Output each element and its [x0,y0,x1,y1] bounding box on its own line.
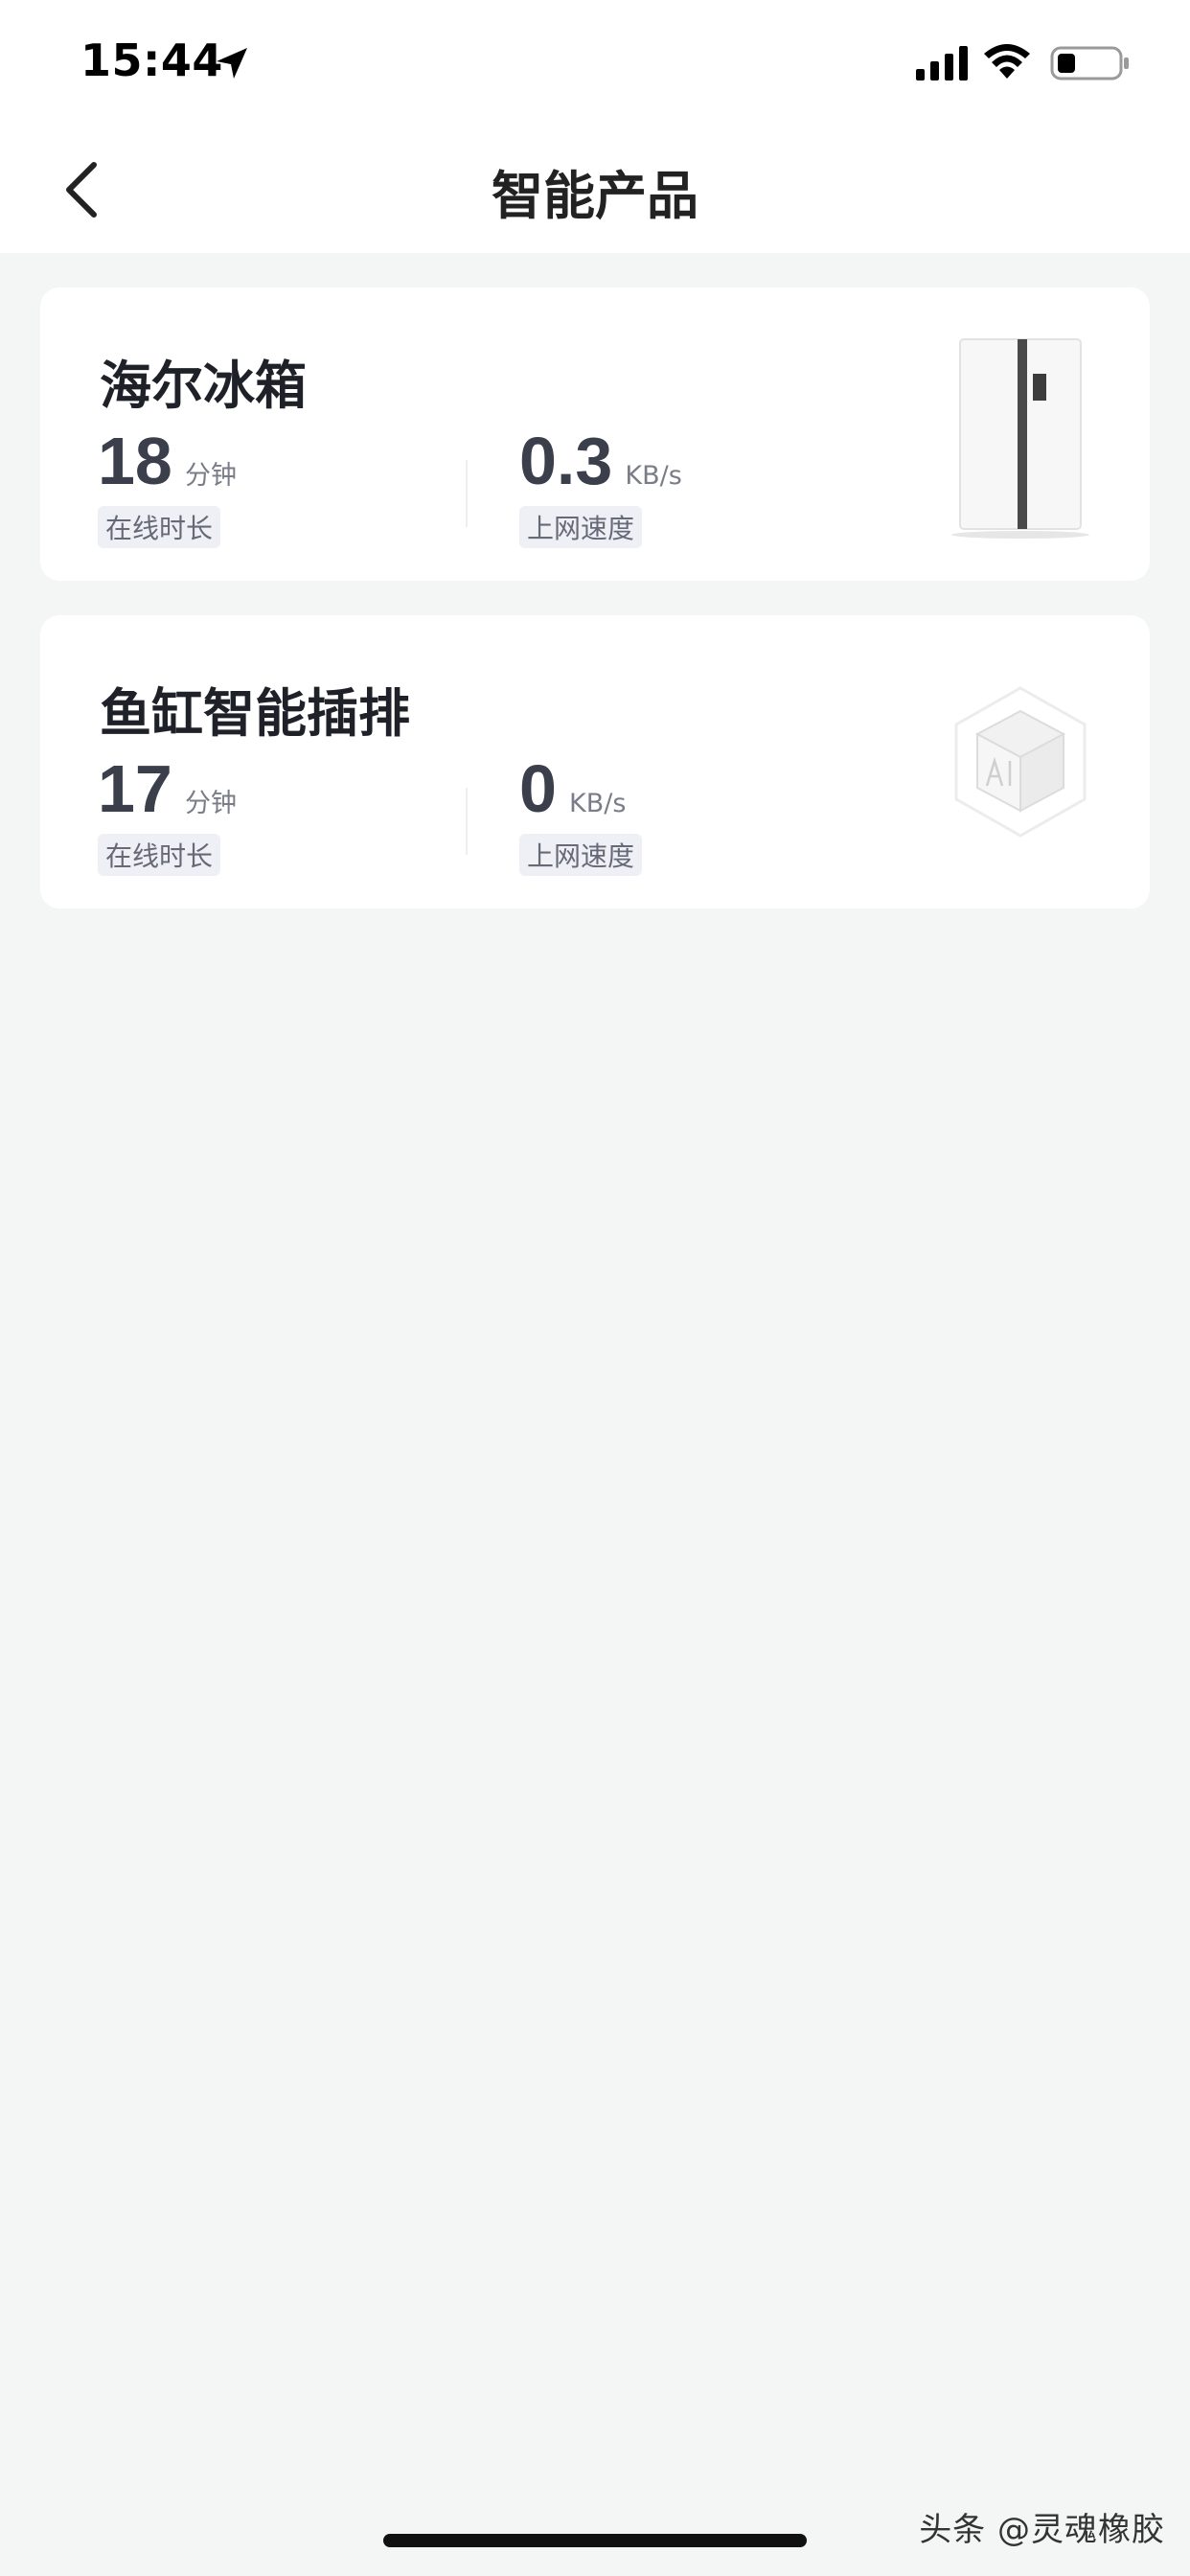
home-indicator[interactable] [383,2534,807,2547]
network-speed-label: 上网速度 [519,834,643,876]
online-duration-stat: 18 分钟 在线时长 [98,427,237,548]
network-speed-label: 上网速度 [519,506,643,548]
online-duration-label: 在线时长 [98,506,221,548]
cellular-signal-icon [916,46,968,80]
network-speed-value: 0 [519,751,557,826]
network-speed-stat: 0 KB/s 上网速度 [519,755,643,876]
location-arrow-icon [217,48,247,79]
network-speed-unit: KB/s [569,789,627,818]
online-duration-label: 在线时长 [98,834,221,876]
battery-icon [1050,46,1129,80]
stat-divider [466,788,468,855]
device-card-refrigerator[interactable]: 海尔冰箱 18 分钟 在线时长 0.3 KB/s 上网速度 [40,288,1150,581]
online-duration-unit: 分钟 [184,461,237,491]
stat-divider [466,460,468,527]
watermark: 头条 @灵魂橡胶 [919,2511,1165,2549]
network-speed-unit: KB/s [625,461,682,491]
refrigerator-icon [951,338,1089,539]
ai-cube-icon [954,686,1087,838]
online-duration-stat: 17 分钟 在线时长 [98,755,237,876]
network-speed-stat: 0.3 KB/s 上网速度 [519,427,682,548]
device-name: 海尔冰箱 [100,356,307,416]
device-name: 鱼缸智能插排 [100,683,410,744]
status-time: 15:44 [80,34,223,86]
page-title: 智能产品 [492,166,698,226]
online-duration-unit: 分钟 [184,789,237,818]
wifi-icon [984,44,1030,79]
device-card-power-strip[interactable]: 鱼缸智能插排 17 分钟 在线时长 0 KB/s 上网速度 [40,615,1150,908]
online-duration-value: 17 [98,751,172,826]
top-bar: 15:44 智能产品 [0,0,1190,253]
network-speed-value: 0.3 [519,424,613,498]
online-duration-value: 18 [98,424,172,498]
